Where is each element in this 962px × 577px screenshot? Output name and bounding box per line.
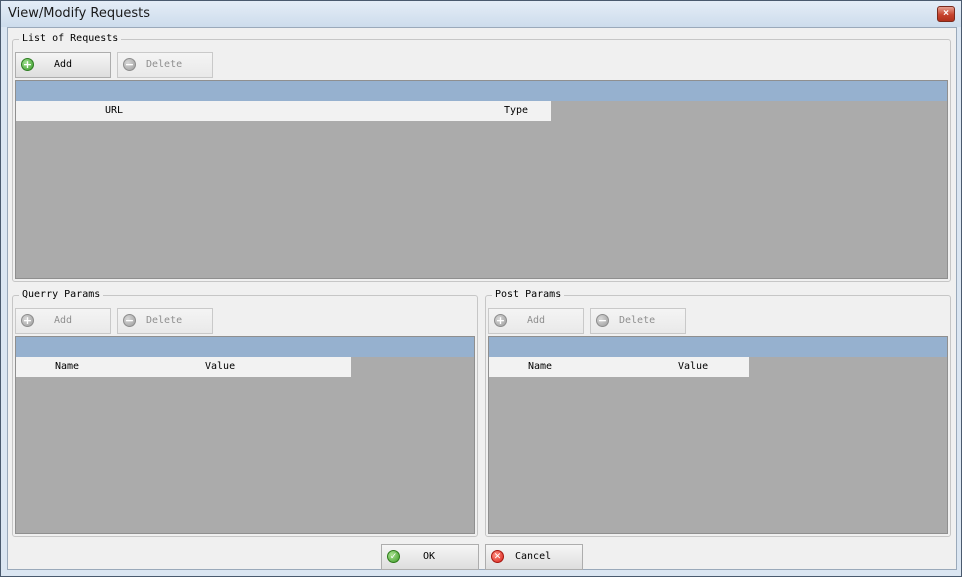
minus-circle-icon: − bbox=[596, 314, 609, 327]
requests-grid[interactable]: URL Type bbox=[15, 80, 948, 279]
post-params-group: Post Params + Add − Delete Name Value bbox=[485, 289, 951, 537]
close-button[interactable]: × bbox=[937, 6, 955, 22]
query-delete-label: Delete bbox=[146, 315, 183, 326]
column-header-name[interactable]: Name bbox=[528, 361, 552, 373]
window-title: View/Modify Requests bbox=[8, 6, 151, 21]
dialog-body: List of Requests + Add − Delete URL Type… bbox=[7, 27, 957, 570]
post-add-label: Add bbox=[527, 315, 546, 326]
cancel-label: Cancel bbox=[515, 551, 552, 562]
post-grid-header: Name Value bbox=[489, 357, 749, 377]
query-grid-caption bbox=[16, 337, 474, 357]
query-add-button[interactable]: + Add bbox=[15, 308, 111, 334]
plus-circle-icon: + bbox=[21, 314, 34, 327]
post-params-group-title: Post Params bbox=[492, 289, 565, 301]
query-grid-header: Name Value bbox=[16, 357, 351, 377]
minus-circle-icon: − bbox=[123, 314, 136, 327]
query-params-grid[interactable]: Name Value bbox=[15, 336, 475, 534]
check-circle-icon: ✓ bbox=[387, 550, 400, 563]
query-params-group: Querry Params + Add − Delete Name Value bbox=[12, 289, 478, 537]
post-delete-button[interactable]: − Delete bbox=[590, 308, 686, 334]
post-params-grid[interactable]: Name Value bbox=[488, 336, 948, 534]
plus-circle-icon: + bbox=[21, 58, 34, 71]
requests-group-title: List of Requests bbox=[19, 33, 122, 45]
minus-circle-icon: − bbox=[123, 58, 136, 71]
close-icon: × bbox=[943, 8, 949, 19]
query-delete-button[interactable]: − Delete bbox=[117, 308, 213, 334]
plus-circle-icon: + bbox=[494, 314, 507, 327]
requests-grid-header: URL Type bbox=[16, 101, 551, 121]
x-circle-icon: ✕ bbox=[491, 550, 504, 563]
post-add-button[interactable]: + Add bbox=[488, 308, 584, 334]
requests-group: List of Requests + Add − Delete URL Type bbox=[12, 33, 951, 282]
column-header-value[interactable]: Value bbox=[678, 361, 708, 373]
title-bar[interactable]: View/Modify Requests × bbox=[1, 1, 961, 27]
column-header-value[interactable]: Value bbox=[205, 361, 235, 373]
post-grid-caption bbox=[489, 337, 947, 357]
column-header-url[interactable]: URL bbox=[105, 105, 123, 117]
query-params-group-title: Querry Params bbox=[19, 289, 104, 301]
dialog-window: View/Modify Requests × List of Requests … bbox=[0, 0, 962, 577]
requests-grid-caption bbox=[16, 81, 947, 101]
ok-label: OK bbox=[423, 551, 436, 562]
cancel-button[interactable]: ✕ Cancel bbox=[485, 544, 583, 570]
column-header-name[interactable]: Name bbox=[55, 361, 79, 373]
query-add-label: Add bbox=[54, 315, 73, 326]
requests-delete-button[interactable]: − Delete bbox=[117, 52, 213, 78]
requests-delete-label: Delete bbox=[146, 59, 183, 70]
post-delete-label: Delete bbox=[619, 315, 656, 326]
requests-add-button[interactable]: + Add bbox=[15, 52, 111, 78]
requests-add-label: Add bbox=[54, 59, 73, 70]
ok-button[interactable]: ✓ OK bbox=[381, 544, 479, 570]
column-header-type[interactable]: Type bbox=[504, 105, 528, 117]
